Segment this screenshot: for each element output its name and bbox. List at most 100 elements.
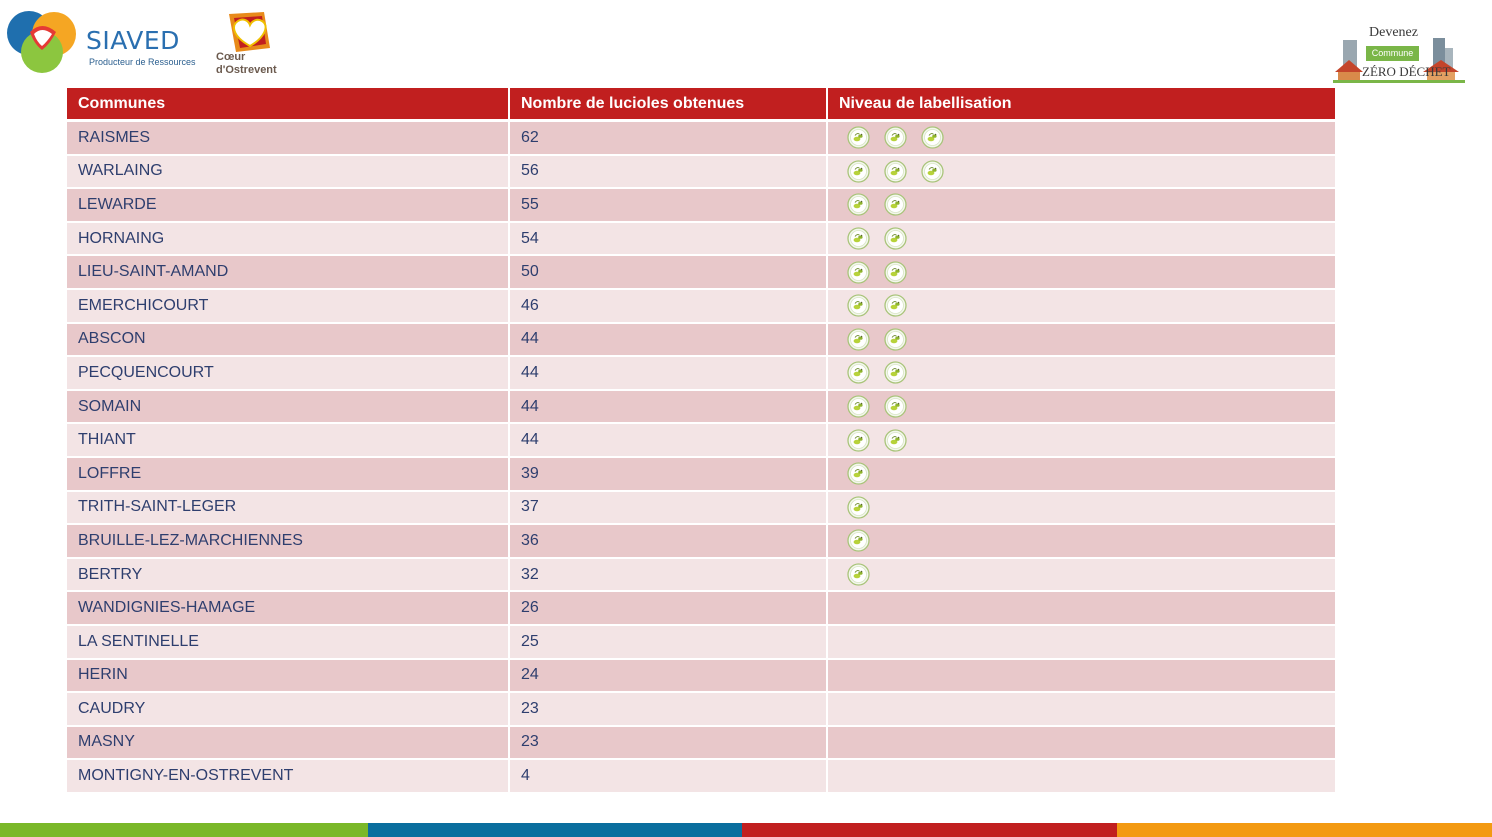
badge-group [839, 496, 1335, 519]
table-row: EMERCHICOURT 46 [67, 288, 1337, 324]
table-row: MONTIGNY-EN-OSTREVENT 4 [67, 759, 1337, 794]
table-row: MASNY 23 [67, 725, 1337, 761]
badge-group [839, 361, 1335, 385]
firefly-badge-icon [884, 328, 907, 351]
table-row: WANDIGNIES-HAMAGE 26 [67, 591, 1337, 626]
table-row: HERIN 24 [67, 658, 1337, 694]
cell-lucioles: 24 [509, 658, 828, 694]
cell-lucioles: 25 [509, 624, 828, 660]
table-row: BRUILLE-LEZ-MARCHIENNES 36 [67, 524, 1337, 559]
cell-commune: RAISMES [67, 120, 510, 156]
cell-commune: THIANT [67, 423, 510, 458]
coeur-ostrevent-logo: Cœur d'Ostrevent [214, 10, 286, 76]
zero-dechet-line2: Commune [1366, 46, 1419, 61]
firefly-badge-icon [884, 294, 907, 317]
cell-niveau [827, 188, 1337, 223]
cell-lucioles: 54 [509, 221, 828, 257]
firefly-badge-icon [884, 428, 907, 452]
firefly-badge-icon [884, 193, 907, 217]
cell-niveau [827, 221, 1337, 257]
cell-niveau [827, 658, 1337, 694]
cell-commune: SOMAIN [67, 389, 510, 425]
table-row: LIEU-SAINT-AMAND 50 [67, 255, 1337, 290]
badge-group [839, 395, 1335, 418]
header-communes: Communes [67, 88, 510, 122]
cell-niveau [827, 423, 1337, 458]
labellisation-table: Communes Nombre de lucioles obtenues Niv… [67, 88, 1337, 794]
cell-lucioles: 46 [509, 288, 828, 324]
cell-commune: MASNY [67, 725, 510, 761]
coeur-name-line1: Cœur [216, 51, 246, 63]
firefly-badge-icon [847, 462, 870, 485]
firefly-badge-icon [847, 496, 870, 519]
cell-niveau [827, 255, 1337, 290]
cell-lucioles: 55 [509, 188, 828, 223]
table-row: CAUDRY 23 [67, 692, 1337, 727]
cell-niveau [827, 624, 1337, 660]
table-row: BERTRY 32 [67, 557, 1337, 593]
cell-lucioles: 62 [509, 120, 828, 156]
cell-lucioles: 44 [509, 356, 828, 391]
firefly-badge-icon [847, 328, 870, 351]
cell-commune: PECQUENCOURT [67, 356, 510, 391]
firefly-badge-icon [847, 361, 870, 385]
table-header-row: Communes Nombre de lucioles obtenues Niv… [67, 88, 1337, 122]
firefly-badge-icon [884, 361, 907, 385]
cell-niveau [827, 557, 1337, 593]
cell-commune: MONTIGNY-EN-OSTREVENT [67, 759, 510, 794]
cell-commune: CAUDRY [67, 692, 510, 727]
firefly-badge-icon [921, 126, 944, 149]
cell-commune: HORNAING [67, 221, 510, 257]
cell-commune: WARLAING [67, 154, 510, 190]
firefly-badge-icon [847, 428, 870, 452]
zero-dechet-line3: ZÉRO DÉCHET [1362, 64, 1451, 79]
table-body: RAISMES 62 WARLAING 56 LEWARDE 55 HORNAING 54 LI… [67, 120, 1337, 794]
table-row: LA SENTINELLE 25 [67, 624, 1337, 660]
zero-dechet-logo: Devenez Commune ZÉRO DÉCHET [1333, 22, 1465, 84]
cell-commune: TRITH-SAINT-LEGER [67, 490, 510, 526]
cell-niveau [827, 490, 1337, 526]
firefly-badge-icon [847, 160, 870, 183]
cell-niveau [827, 154, 1337, 190]
badge-group [839, 193, 1335, 217]
table-row: ABSCON 44 [67, 322, 1337, 358]
firefly-badge-icon [847, 294, 870, 317]
badge-group [839, 462, 1335, 485]
badge-group [839, 126, 1335, 149]
firefly-badge-icon [847, 395, 870, 418]
table-row: SOMAIN 44 [67, 389, 1337, 425]
table-row: TRITH-SAINT-LEGER 37 [67, 490, 1337, 526]
cell-niveau [827, 356, 1337, 391]
cell-lucioles: 44 [509, 389, 828, 425]
firefly-badge-icon [884, 160, 907, 183]
cell-commune: LOFFRE [67, 456, 510, 492]
badge-group [839, 294, 1335, 317]
firefly-badge-icon [884, 261, 907, 284]
cell-commune: HERIN [67, 658, 510, 694]
table-row: LOFFRE 39 [67, 456, 1337, 492]
cell-lucioles: 23 [509, 692, 828, 727]
table-row: THIANT 44 [67, 423, 1337, 458]
footer-stripe-green [0, 823, 368, 837]
cell-lucioles: 37 [509, 490, 828, 526]
footer-stripe [0, 823, 1492, 837]
cell-niveau [827, 456, 1337, 492]
zero-dechet-line1: Devenez [1369, 25, 1418, 40]
badge-group [839, 428, 1335, 452]
firefly-badge-icon [847, 261, 870, 284]
firefly-badge-icon [884, 126, 907, 149]
cell-lucioles: 36 [509, 524, 828, 559]
cell-lucioles: 44 [509, 322, 828, 358]
firefly-badge-icon [847, 563, 870, 586]
cell-niveau [827, 288, 1337, 324]
cell-niveau [827, 322, 1337, 358]
cell-niveau [827, 759, 1337, 794]
cell-niveau [827, 524, 1337, 559]
cell-lucioles: 39 [509, 456, 828, 492]
cell-commune: LEWARDE [67, 188, 510, 223]
cell-commune: EMERCHICOURT [67, 288, 510, 324]
table-row: RAISMES 62 [67, 120, 1337, 156]
badge-group [839, 328, 1335, 351]
badge-group [839, 160, 1335, 183]
table-row: WARLAING 56 [67, 154, 1337, 190]
